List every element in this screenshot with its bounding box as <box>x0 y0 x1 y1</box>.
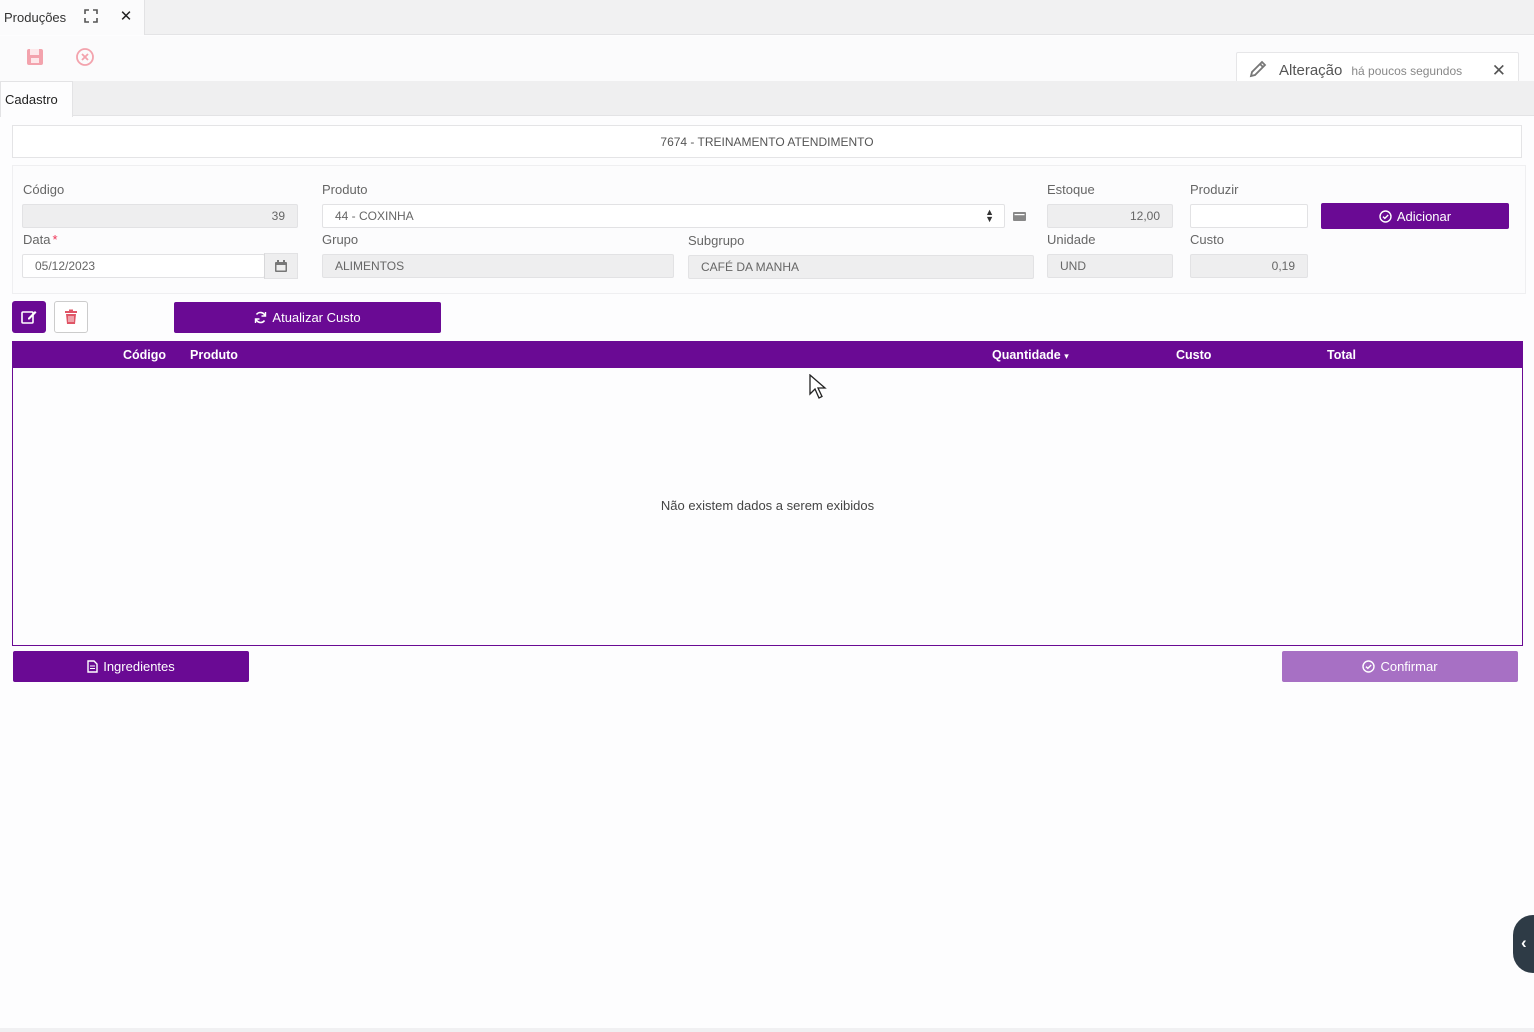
codigo-label: Código <box>23 182 65 197</box>
estoque-label: Estoque <box>1047 182 1095 197</box>
grupo-field: ALIMENTOS <box>322 254 674 278</box>
calendar-icon <box>275 260 287 272</box>
edit-button[interactable] <box>12 301 46 333</box>
codigo-value: 39 <box>271 209 285 223</box>
subtab-strip: Cadastro <box>0 81 1534 117</box>
col-quantidade-label: Quantidade <box>992 348 1061 362</box>
tab-title: Produções <box>4 10 67 25</box>
tab-cadastro[interactable]: Cadastro <box>0 81 73 117</box>
data-field[interactable]: 05/12/2023 <box>22 254 265 278</box>
ingredientes-button[interactable]: Ingredientes <box>13 651 249 682</box>
unidade-field: UND <box>1047 254 1173 278</box>
edit-icon <box>21 311 37 324</box>
chevron-left-icon: ‹ <box>1521 933 1527 952</box>
col-produto[interactable]: Produto <box>190 348 238 362</box>
tab-producoes[interactable]: Produções ✕ <box>0 0 145 35</box>
col-codigo[interactable]: Código <box>123 348 166 362</box>
pencil-icon <box>1247 58 1269 83</box>
adicionar-label: Adicionar <box>1396 208 1452 224</box>
col-custo[interactable]: Custo <box>1176 348 1211 362</box>
cancel-icon[interactable] <box>74 46 96 68</box>
expand-icon[interactable] <box>84 9 98 23</box>
confirmar-label: Confirmar <box>1380 659 1438 674</box>
refresh-icon <box>255 311 267 324</box>
search-product-icon[interactable] <box>1013 210 1026 221</box>
grid-header: Código Produto Quantidade ▾ Custo Total <box>13 342 1522 368</box>
record-header: 7674 - TREINAMENTO ATENDIMENTO <box>12 125 1522 158</box>
side-panel-toggle[interactable]: ‹ <box>1513 915 1534 973</box>
ingredients-grid: Código Produto Quantidade ▾ Custo Total … <box>12 341 1523 646</box>
adicionar-button[interactable]: Adicionar <box>1321 203 1509 229</box>
unidade-label: Unidade <box>1047 232 1096 247</box>
produzir-label: Produzir <box>1190 182 1239 197</box>
trash-icon <box>65 309 77 324</box>
grid-empty-message: Não existem dados a serem exibidos <box>660 498 875 513</box>
data-label-text: Data <box>23 232 51 247</box>
check-circle-icon <box>1362 660 1376 673</box>
save-icon[interactable] <box>24 46 46 68</box>
custo-label: Custo <box>1190 232 1224 247</box>
grupo-label: Grupo <box>322 232 359 247</box>
produto-select[interactable]: 44 - COXINHA ▲ ▼ <box>322 204 1005 228</box>
col-quantidade[interactable]: Quantidade ▾ <box>992 348 1069 362</box>
produto-label: Produto <box>322 182 368 197</box>
tab-strip: Produções ✕ <box>0 0 1534 35</box>
atualizar-custo-button[interactable]: Atualizar Custo <box>174 302 441 333</box>
estoque-value: 12,00 <box>1129 209 1160 223</box>
delete-button[interactable] <box>54 301 88 333</box>
codigo-field[interactable]: 39 <box>22 204 298 228</box>
custo-field: 0,19 <box>1190 254 1308 278</box>
subgrupo-value: CAFÉ DA MANHA <box>701 260 800 274</box>
select-arrows-icon: ▲ ▼ <box>985 207 994 224</box>
custo-value: 0,19 <box>1271 259 1295 273</box>
check-circle-icon <box>1379 209 1392 223</box>
subgrupo-field: CAFÉ DA MANHA <box>688 255 1034 279</box>
unidade-value: UND <box>1060 259 1086 273</box>
produto-value: 44 - COXINHA <box>335 209 414 223</box>
calendar-button[interactable] <box>264 253 298 279</box>
data-value: 05/12/2023 <box>35 259 96 273</box>
document-icon <box>87 660 98 673</box>
notification-title: Alteração <box>1279 62 1343 79</box>
estoque-field: 12,00 <box>1047 204 1173 228</box>
record-title: 7674 - TREINAMENTO ATENDIMENTO <box>660 134 874 149</box>
mouse-cursor-icon <box>809 373 827 400</box>
notification-time: há poucos segundos <box>1351 63 1463 78</box>
bottom-border <box>0 1028 1534 1032</box>
sort-desc-icon: ▾ <box>1064 351 1069 361</box>
subgrupo-label: Subgrupo <box>688 233 745 248</box>
col-total[interactable]: Total <box>1327 348 1356 362</box>
produzir-field[interactable] <box>1190 204 1308 228</box>
data-label: Data * <box>23 232 58 247</box>
close-tab-icon[interactable]: ✕ <box>119 7 133 25</box>
close-notification-icon[interactable]: ✕ <box>1492 61 1506 81</box>
required-mark: * <box>52 232 58 247</box>
ingredientes-label: Ingredientes <box>103 659 175 674</box>
atualizar-custo-label: Atualizar Custo <box>272 310 361 325</box>
confirmar-button[interactable]: Confirmar <box>1282 651 1518 682</box>
grupo-value: ALIMENTOS <box>335 259 405 273</box>
